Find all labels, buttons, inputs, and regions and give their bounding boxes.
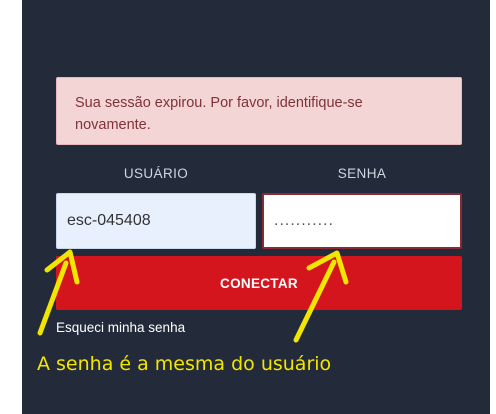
password-input[interactable] [262, 193, 462, 249]
username-input[interactable] [56, 193, 256, 249]
forgot-password-link[interactable]: Esqueci minha senha [56, 320, 185, 335]
password-label: SENHA [337, 166, 387, 181]
screenshot-canvas: Sua sessão expirou. Por favor, identifiq… [0, 0, 496, 414]
connect-button[interactable]: CONECTAR [56, 256, 462, 310]
session-expired-alert: Sua sessão expirou. Por favor, identifiq… [56, 77, 462, 145]
alert-message-line-2: novamente. [75, 117, 151, 133]
annotation-text: A senha é a mesma do usuário [37, 353, 332, 375]
username-label: USUÁRIO [123, 166, 189, 181]
alert-message-line-1: Sua sessão expirou. Por favor, identifiq… [75, 95, 363, 111]
